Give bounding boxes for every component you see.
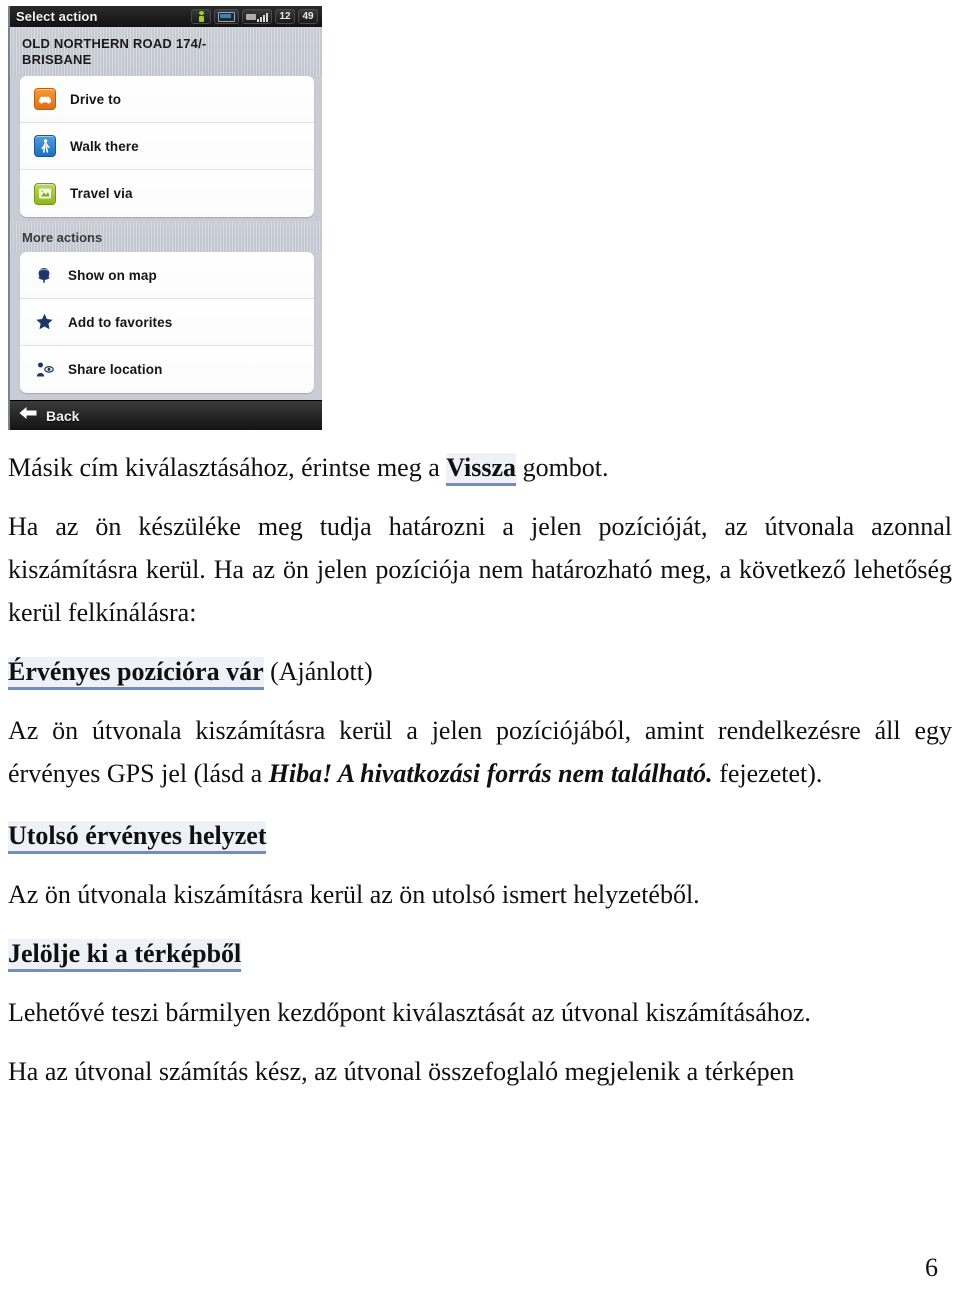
paragraph-last-known-position: Az ön útvonala kiszámításra kerül az ön … <box>8 880 700 909</box>
more-actions-section-label: More actions <box>10 221 322 252</box>
paragraph-text-before-link: Másik cím kiválasztásához, érintse meg a <box>8 453 447 482</box>
menu-item-label: Drive to <box>70 91 122 107</box>
pedestrian-icon <box>34 135 56 157</box>
clock-minute: 49 <box>298 9 318 24</box>
arrow-left-icon <box>18 406 38 425</box>
star-icon <box>34 312 54 332</box>
link-ervenyes-pozicior-var[interactable]: Érvényes pozícióra vár <box>8 657 264 690</box>
menu-item-label: Show on map <box>68 267 157 283</box>
paragraph-gps-determination: Ha az ön készüléke meg tudja határozni a… <box>8 512 952 627</box>
paragraph-select-other-address: Másik cím kiválasztásához, érintse meg a… <box>8 446 952 489</box>
heading-wait-for-valid-position: Érvényes pozícióra vár (Ajánlott) <box>8 650 952 693</box>
paragraph-route-summary: Ha az útvonal számítás kész, az útvonal … <box>8 1057 795 1086</box>
share-person-icon <box>34 360 54 380</box>
menu-item-label: Share location <box>68 362 163 377</box>
link-jelolje-ki-a-terkepbol[interactable]: Jelölje ki a térképből <box>8 939 242 972</box>
signal-bars-icon <box>242 9 272 24</box>
clock-hour: 12 <box>275 9 295 24</box>
menu-item-add-to-favorites[interactable]: Add to favorites <box>20 299 314 346</box>
map-pin-icon <box>34 265 54 285</box>
error-reference-not-found: Hiba! A hivatkozási forrás nem található… <box>268 759 713 788</box>
menu-item-walk-there[interactable]: Walk there <box>20 123 314 170</box>
paragraph-text-after-error-ref: fejezetet). <box>712 759 823 788</box>
status-bar-title: Select action <box>16 9 98 24</box>
address-line-2: BRISBANE <box>22 52 92 67</box>
waypoint-icon <box>34 182 56 205</box>
status-bar-icons: 12 49 <box>191 9 318 24</box>
back-button[interactable]: Back <box>10 400 322 430</box>
battery-icon <box>214 9 239 24</box>
link-vissza[interactable]: Vissza <box>446 453 517 486</box>
menu-item-drive-to[interactable]: Drive to <box>20 76 314 123</box>
heading-last-valid-position: Utolsó érvényes helyzet <box>8 814 952 857</box>
address-line-1: OLD NORTHERN ROAD 174/- <box>22 36 207 51</box>
menu-item-label: Add to favorites <box>68 314 173 330</box>
clock-minute-value: 49 <box>302 10 314 22</box>
gps-person-icon <box>191 9 211 24</box>
more-actions-group: Show on map Add to favorites Share locat… <box>20 252 314 393</box>
menu-item-label: Walk there <box>70 138 139 154</box>
menu-item-share-location[interactable]: Share location <box>20 346 314 393</box>
car-icon <box>34 88 56 110</box>
menu-item-show-on-map[interactable]: Show on map <box>20 252 314 299</box>
primary-actions-group: Drive to Walk there Travel via <box>20 76 314 217</box>
page-number: 6 <box>925 1253 938 1282</box>
clock-hour-value: 12 <box>279 10 291 22</box>
paragraph-any-start-point: Lehetővé teszi bármilyen kezdőpont kivál… <box>8 998 811 1027</box>
document-body: Másik cím kiválasztásához, érintse meg a… <box>8 446 952 1093</box>
paragraph-valid-gps-signal: Az ön útvonala kiszámításra kerül a jele… <box>8 709 952 795</box>
paragraph-text-after-link: gombot. <box>516 453 609 482</box>
status-bar: Select action 12 49 <box>10 6 322 27</box>
heading-pick-from-map: Jelölje ki a térképből <box>8 932 952 975</box>
heading-suffix-recommended: (Ajánlott) <box>263 657 373 686</box>
back-button-label: Back <box>46 407 80 424</box>
navigation-app-screenshot: Select action 12 49 OLD NORTHERN ROAD 17… <box>8 6 322 430</box>
address-header: OLD NORTHERN ROAD 174/- BRISBANE <box>10 27 322 76</box>
link-utolso-ervenyes-helyzet[interactable]: Utolsó érvényes helyzet <box>8 821 267 854</box>
menu-item-label: Travel via <box>70 186 133 201</box>
menu-item-travel-via[interactable]: Travel via <box>20 170 314 217</box>
